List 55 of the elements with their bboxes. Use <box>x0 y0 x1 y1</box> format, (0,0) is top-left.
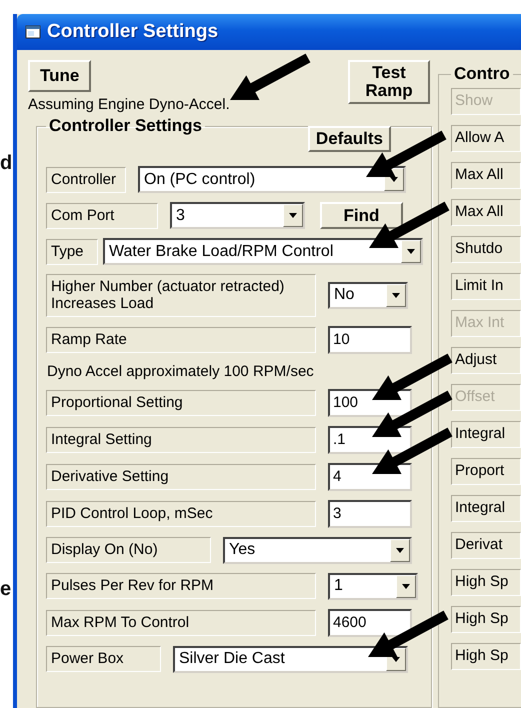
field-label: Controller <box>46 166 126 192</box>
field-label: Integral <box>451 495 521 522</box>
field-label: Proportional Setting <box>46 390 316 416</box>
field-label: Allow A <box>451 125 521 152</box>
window-title: Controller Settings <box>47 21 218 43</box>
field-label: Limit In <box>451 273 521 300</box>
field-label: Com Port <box>46 202 158 228</box>
caret-icon <box>402 584 410 588</box>
margin-letter: e <box>0 578 12 601</box>
field-label: Display On (No) <box>46 537 211 563</box>
field-label: Type <box>46 238 98 264</box>
defaults-button[interactable]: Defaults <box>308 126 391 152</box>
input-field[interactable]: 4600 <box>328 608 412 636</box>
field-label: Ramp Rate <box>46 326 316 352</box>
field-label: Max Int <box>451 310 521 337</box>
field-label: High Sp <box>451 569 521 596</box>
dropdown[interactable]: Yes <box>223 536 412 564</box>
field-label: PID Control Loop, mSec <box>46 500 316 526</box>
dropdown[interactable]: No <box>328 282 408 309</box>
field-label: Integral Setting <box>46 426 316 452</box>
field-label: Max RPM To Control <box>46 610 316 636</box>
dropdown[interactable]: 3 <box>170 202 305 229</box>
field-label: Pulses Per Rev for RPM <box>46 573 316 599</box>
field-label: Integral <box>451 421 521 448</box>
field-label: Shutdo <box>451 236 521 263</box>
input-field[interactable]: 3 <box>328 500 412 528</box>
field-label: Derivat <box>451 532 521 559</box>
field-label: Power Box <box>46 646 161 672</box>
field-label: Adjust <box>451 347 521 374</box>
field-label: Show <box>451 88 521 115</box>
field-label: Proport <box>451 458 521 485</box>
input-field[interactable]: 10 <box>328 326 412 354</box>
find-button[interactable]: Find <box>320 202 403 229</box>
field-label: Derivative Setting <box>46 464 316 490</box>
dropdown[interactable]: Water Brake Load/RPM Control <box>103 238 423 265</box>
dropdown[interactable]: On (PC control) <box>138 166 406 193</box>
field-label: High Sp <box>451 606 521 633</box>
field-label: Max All <box>451 199 521 226</box>
status-text: Assuming Engine Dyno-Accel. <box>28 96 230 113</box>
field-label: High Sp <box>451 643 521 670</box>
window-icon <box>25 25 41 39</box>
dropdown[interactable]: Silver Die Cast <box>173 646 408 672</box>
field-label: Max All <box>451 162 521 189</box>
toolbar-button[interactable]: Tune <box>28 60 92 92</box>
group-title: Contro <box>453 64 511 84</box>
note-text: Dyno Accel approximately 100 RPM/sec <box>46 362 315 380</box>
group-title: Controller Settings <box>48 116 204 136</box>
field-label: Higher Number (actuator retracted) Increases Load <box>46 274 316 316</box>
caret-icon <box>396 548 404 552</box>
margin-letter: d <box>0 152 12 175</box>
caret-icon <box>392 292 400 298</box>
dropdown[interactable]: 1 <box>328 572 418 600</box>
caret-icon <box>289 213 297 218</box>
field-label: Offset <box>451 384 521 411</box>
toolbar-button[interactable]: Test Ramp <box>348 60 430 104</box>
